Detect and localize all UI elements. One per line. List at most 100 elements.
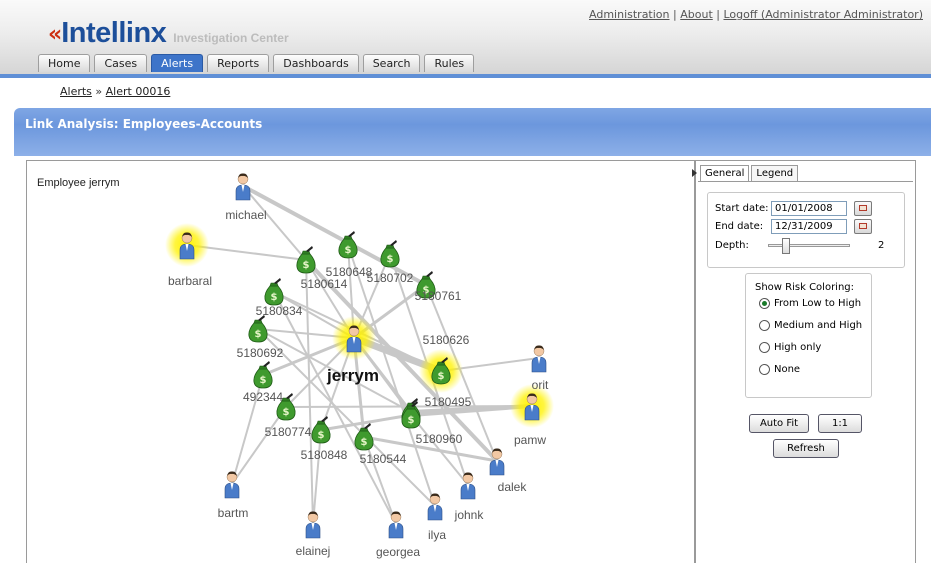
node-label: johnk — [454, 508, 485, 522]
tab-rules[interactable]: Rules — [424, 54, 475, 72]
tab-cases[interactable]: Cases — [94, 54, 148, 72]
person-icon[interactable] — [460, 472, 476, 500]
tab-search[interactable]: Search — [362, 54, 421, 72]
svg-text:$: $ — [271, 292, 278, 303]
depth-slider-thumb[interactable] — [782, 238, 790, 254]
logoff-link[interactable]: Logoff (Administrator Administrator) — [723, 8, 923, 21]
money-bag-icon[interactable]: $ — [264, 278, 284, 306]
breadcrumb-separator: » — [95, 85, 103, 98]
svg-text:$: $ — [387, 254, 394, 265]
about-link[interactable]: About — [680, 8, 713, 21]
risk-option-label[interactable]: None — [774, 364, 800, 375]
app-header: « Intellinx Investigation Center Adminis… — [0, 0, 931, 76]
tab-reports[interactable]: Reports — [207, 54, 270, 72]
node-label: georgea — [376, 545, 420, 559]
money-bag-icon[interactable]: $ — [253, 361, 273, 389]
node-label: 5180614 — [301, 277, 348, 291]
link-graph[interactable]: $$$$$$$$$$$$$518064851807025180614518076… — [27, 161, 694, 564]
start-date-label: Start date: — [715, 203, 769, 214]
money-bag-icon[interactable]: $ — [380, 240, 400, 268]
node-label: 5180848 — [301, 448, 348, 462]
money-bag-icon[interactable]: $ — [296, 246, 316, 274]
person-icon[interactable] — [179, 232, 195, 260]
breadcrumb-alerts-link[interactable]: Alerts — [60, 85, 92, 98]
node-label: 5180761 — [415, 289, 462, 303]
node-label: 5180544 — [360, 452, 407, 466]
link-analysis-graph-panel[interactable]: Employee jerrym $$$$$$$$$$$$$51806485180… — [26, 160, 695, 563]
depth-value: 2 — [878, 240, 885, 251]
person-icon[interactable] — [427, 493, 443, 521]
node-label: 5180834 — [256, 304, 303, 318]
end-date-calendar-icon[interactable] — [854, 219, 872, 234]
person-icon[interactable] — [305, 511, 321, 539]
person-icon[interactable] — [224, 471, 240, 499]
graph-nodes: $$$$$$$$$$$$$518064851807025180614518076… — [165, 173, 554, 559]
graph-edge — [410, 414, 469, 486]
node-label: michael — [225, 208, 266, 222]
person-icon[interactable] — [388, 511, 404, 539]
collapse-panel-arrow-icon[interactable] — [692, 169, 697, 177]
graph-settings-panel: General Legend Start date: 01/01/2008 En… — [692, 160, 916, 563]
start-date-calendar-icon[interactable] — [854, 201, 872, 216]
money-bag-icon[interactable]: $ — [311, 416, 331, 444]
auto-fit-button[interactable]: Auto Fit — [749, 414, 809, 433]
depth-slider — [708, 234, 904, 254]
breadcrumb-current-alert-link[interactable]: Alert 00016 — [106, 85, 171, 98]
person-icon[interactable] — [524, 393, 540, 421]
start-date-field[interactable]: 01/01/2008 — [771, 201, 847, 216]
node-label: 5180692 — [237, 346, 284, 360]
risk-option-label[interactable]: Medium and High — [774, 320, 862, 331]
page-title-bar: Link Analysis: Employees-Accounts — [14, 108, 931, 156]
node-label: ilya — [428, 528, 446, 542]
svg-text:$: $ — [408, 415, 415, 426]
tab-alerts[interactable]: Alerts — [151, 54, 204, 72]
node-label: dalek — [498, 480, 528, 494]
svg-text:$: $ — [318, 430, 325, 441]
refresh-button[interactable]: Refresh — [773, 439, 839, 458]
person-icon[interactable] — [489, 448, 505, 476]
graph-edge — [312, 429, 322, 525]
risk-option-none-radio[interactable] — [759, 364, 770, 375]
graph-edge — [242, 185, 307, 261]
risk-option-label[interactable]: From Low to High — [774, 298, 861, 309]
money-bag-icon[interactable]: $ — [248, 315, 268, 343]
logo-name: Intellinx — [61, 17, 167, 49]
link-separator: | — [673, 8, 677, 21]
link-separator: | — [716, 8, 720, 21]
node-label: bartm — [218, 506, 249, 520]
date-depth-group: Start date: 01/01/2008 End date: 12/31/2… — [707, 192, 905, 268]
risk-option-low-to-high-radio[interactable] — [759, 298, 770, 309]
node-label: pamw — [514, 433, 546, 447]
end-date-field[interactable]: 12/31/2009 — [771, 219, 847, 234]
administration-link[interactable]: Administration — [589, 8, 670, 21]
header-divider — [0, 74, 931, 78]
person-icon[interactable] — [531, 345, 547, 373]
risk-coloring-title: Show Risk Coloring: — [755, 282, 855, 293]
money-bag-icon[interactable]: $ — [338, 231, 358, 259]
tab-legend[interactable]: Legend — [751, 165, 799, 182]
depth-slider-track[interactable] — [768, 238, 850, 254]
actual-size-button[interactable]: 1:1 — [818, 414, 862, 433]
page-title: Link Analysis: Employees-Accounts — [25, 117, 263, 131]
center-node-label: jerrym — [326, 366, 379, 385]
settings-tabs: General Legend — [700, 165, 800, 182]
main-nav-tabs: Home Cases Alerts Reports Dashboards Sea… — [38, 54, 478, 72]
svg-text:$: $ — [345, 245, 352, 256]
node-label: 5180495 — [425, 395, 472, 409]
svg-text:$: $ — [255, 329, 262, 340]
general-tab-content: Start date: 01/01/2008 End date: 12/31/2… — [698, 181, 913, 562]
top-links: Administration | About | Logoff (Adminis… — [589, 8, 923, 21]
person-icon[interactable] — [346, 325, 362, 353]
risk-option-medium-and-high-radio[interactable] — [759, 320, 770, 331]
person-icon[interactable] — [235, 173, 251, 201]
risk-option-high-only-radio[interactable] — [759, 342, 770, 353]
tab-general[interactable]: General — [700, 165, 750, 182]
svg-text:$: $ — [303, 260, 310, 271]
node-label: 5180960 — [416, 432, 463, 446]
risk-option-label[interactable]: High only — [774, 342, 821, 353]
tab-home[interactable]: Home — [38, 54, 91, 72]
node-label: 5180774 — [265, 425, 312, 439]
tab-dashboards[interactable]: Dashboards — [273, 54, 359, 72]
node-label: barbaral — [168, 274, 212, 288]
breadcrumb: Alerts » Alert 00016 — [60, 85, 170, 98]
